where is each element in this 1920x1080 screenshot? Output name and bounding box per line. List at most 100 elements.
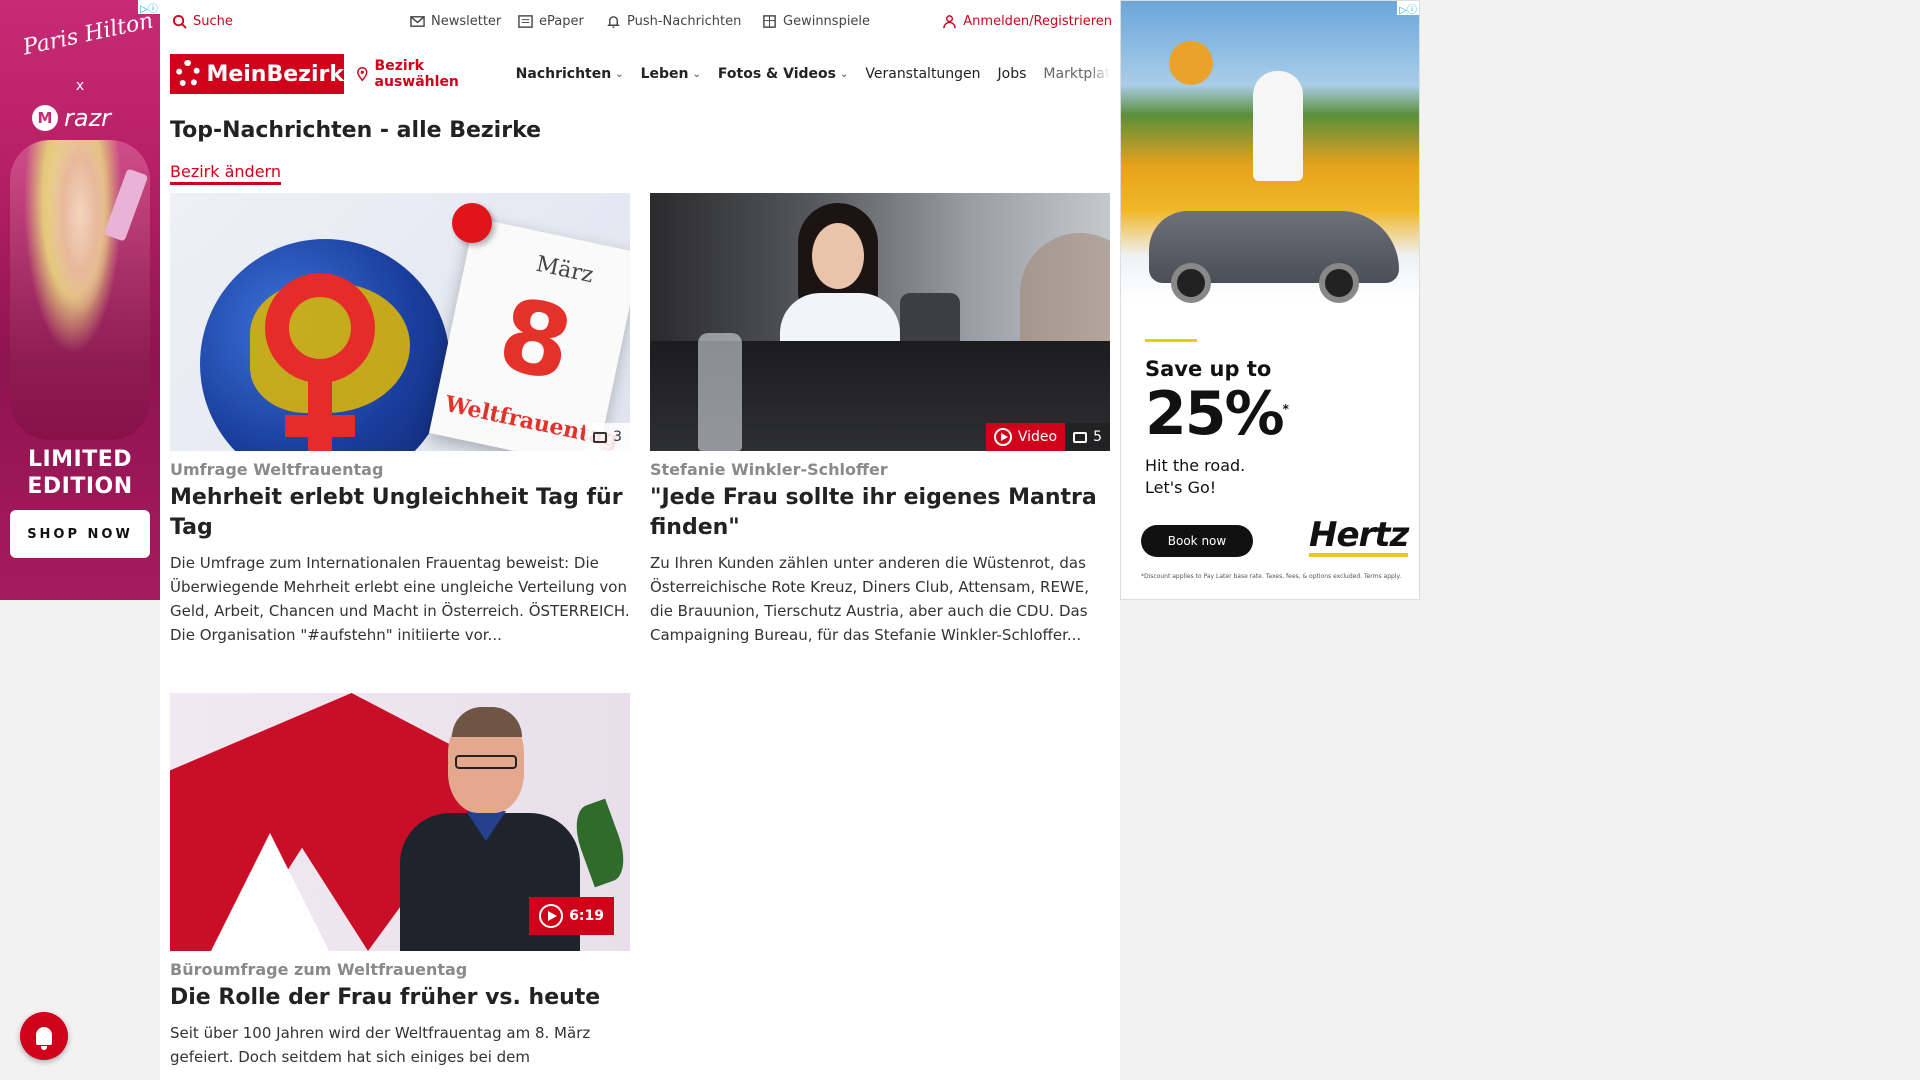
shop-now-button[interactable]: SHOP NOW [10,510,150,558]
venus-symbol-icon [265,273,375,383]
main-content: Suche Newsletter ePaper Push-Nachrichten… [160,0,1120,1080]
article-headline[interactable]: Mehrheit erlebt Ungleichheit Tag für Tag [170,483,630,543]
ad-accent-line [1145,339,1197,342]
nav-veranstaltungen[interactable]: Veranstaltungen [865,66,980,82]
nav-nachrichten-label: Nachrichten [515,66,612,82]
chevron-down-icon: ⌄ [615,68,624,80]
bell-icon [607,16,620,28]
ad-percent-mark: * [1282,402,1289,416]
nav-leben[interactable]: Leben ⌄ [641,66,701,82]
nav-nachrichten[interactable]: Nachrichten ⌄ [516,66,624,82]
image-badges: 6:19 [529,897,630,951]
article-image[interactable]: Video 5 [650,193,1110,451]
newsletter-link[interactable]: Newsletter [410,14,501,29]
image-badges: 3 [585,423,630,451]
article-kicker: Umfrage Weltfrauentag [170,460,384,479]
hertz-logo: Hertz [1309,515,1409,557]
person-hair [452,707,522,737]
epaper-link[interactable]: ePaper [518,14,584,29]
photo-stack-icon [593,431,608,443]
video-duration: 6:19 [569,908,604,924]
article-image[interactable]: März 8 Weltfrauentag 3 [170,193,630,451]
ad-percent: 25%* [1145,379,1289,449]
nav-jobs[interactable]: Jobs [998,66,1027,82]
article-card[interactable]: 6:19 Büroumfrage zum Weltfrauentag Die R… [170,693,630,1069]
login-link[interactable]: Anmelden/Registrieren [942,14,1112,29]
ad-limited-line2: EDITION [27,474,133,499]
ad-limited-line1: LIMITED [27,447,133,472]
ad-hat-image [1169,41,1213,85]
page-title: Top-Nachrichten - alle Bezirke [170,118,542,143]
nav-veranstaltungen-label: Veranstaltungen [865,66,981,82]
nav-fotos-videos[interactable]: Fotos & Videos ⌄ [718,66,848,82]
ad-hero-image [1121,1,1419,303]
book-now-button[interactable]: Book now [1141,525,1253,557]
article-teaser: Zu Ihren Kunden zählen unter anderen die… [650,554,1090,644]
nav-marktplatz[interactable]: Marktplatz [1043,66,1110,82]
article-image[interactable]: 6:19 [170,693,630,951]
glasses-image [455,755,517,769]
ad-brand: M razr [32,104,111,132]
ad-percent-value: 25% [1145,379,1285,449]
motorola-logo-icon: M [32,105,58,131]
bezirk-select-button[interactable]: Bezirk auswählen [356,58,499,90]
left-ad-banner[interactable]: ▷ⓘ Paris Hilton x M razr LIMITED EDITION… [0,0,160,600]
video-duration-badge[interactable]: 6:19 [529,897,614,935]
play-icon [993,428,1012,446]
ad-car-wheel [1319,263,1359,303]
ad-tagline-line2: Let's Go! [1145,478,1217,497]
calendar-image: März 8 Weltfrauentag [428,217,630,451]
bezirk-change-link[interactable]: Bezirk ändern [170,162,281,185]
mail-icon [410,16,425,27]
epaper-label: ePaper [539,14,584,29]
logo-sun-icon [176,60,201,88]
photo-stack-icon [1073,431,1088,443]
login-label: Anmelden/Registrieren [963,14,1112,29]
venus-symbol-cross [285,415,355,437]
photo-count-badge: 3 [585,423,630,451]
chevron-down-icon: ⌄ [692,68,701,80]
carafe-image [698,333,742,451]
nav-fotos-videos-label: Fotos & Videos [717,66,836,82]
search-link[interactable]: Suche [172,14,233,29]
adchoices-icon[interactable]: ▷ⓘ [1397,1,1419,16]
nav-leben-label: Leben [640,66,689,82]
ad-tagline-line1: Hit the road. [1145,456,1246,475]
gewinnspiele-link[interactable]: Gewinnspiele [762,14,870,29]
search-label: Suche [193,14,233,29]
user-icon [943,15,957,29]
main-nav: MeinBezirk Bezirk auswählen Nachrichten ⌄… [170,54,1110,94]
article-teaser: Seit über 100 Jahren wird der Weltfrauen… [170,1024,591,1066]
ad-fine-print: *Discount applies to Pay Later base rate… [1141,573,1402,580]
ad-car-wheel [1171,263,1211,303]
article-card[interactable]: Video 5 Stefanie Winkler-Schloffer "Jede… [650,193,1110,647]
map-pin-icon [357,67,368,82]
ad-limited-edition: LIMITED EDITION [0,446,160,500]
notification-bell-button[interactable] [20,1012,68,1060]
person-face [812,223,864,289]
push-link[interactable]: Push-Nachrichten [606,14,741,29]
search-icon [172,14,187,29]
article-kicker: Stefanie Winkler-Schloffer [650,460,888,479]
meinbezirk-logo[interactable]: MeinBezirk [170,54,344,94]
newspaper-icon [518,15,533,28]
right-ad-banner[interactable]: ▷ⓘ Save up to 25%* Hit the road. Let's G… [1120,0,1420,600]
article-kicker: Büroumfrage zum Weltfrauentag [170,960,468,979]
play-icon [539,904,564,928]
chevron-down-icon: ⌄ [839,68,849,80]
push-label: Push-Nachrichten [627,14,742,29]
article-headline[interactable]: Die Rolle der Frau früher vs. heute [170,983,630,1013]
photo-count: 3 [613,429,622,445]
article-teaser: Die Umfrage zum Internationalen Frauenta… [170,554,630,644]
pushpin-image [452,203,492,243]
article-headline[interactable]: "Jede Frau sollte ihr eigenes Mantra fin… [650,483,1110,543]
logo-text: MeinBezirk [206,61,344,87]
nav-jobs-label: Jobs [997,66,1027,82]
image-badges: Video 5 [985,423,1110,451]
ad-brand-name: razr [64,104,112,132]
bell-icon [36,1027,52,1050]
gift-icon [763,15,776,28]
ad-save-text: Save up to [1145,357,1272,381]
article-card[interactable]: März 8 Weltfrauentag 3 Umfrage Weltfraue… [170,193,630,647]
photo-count: 5 [1093,429,1102,445]
